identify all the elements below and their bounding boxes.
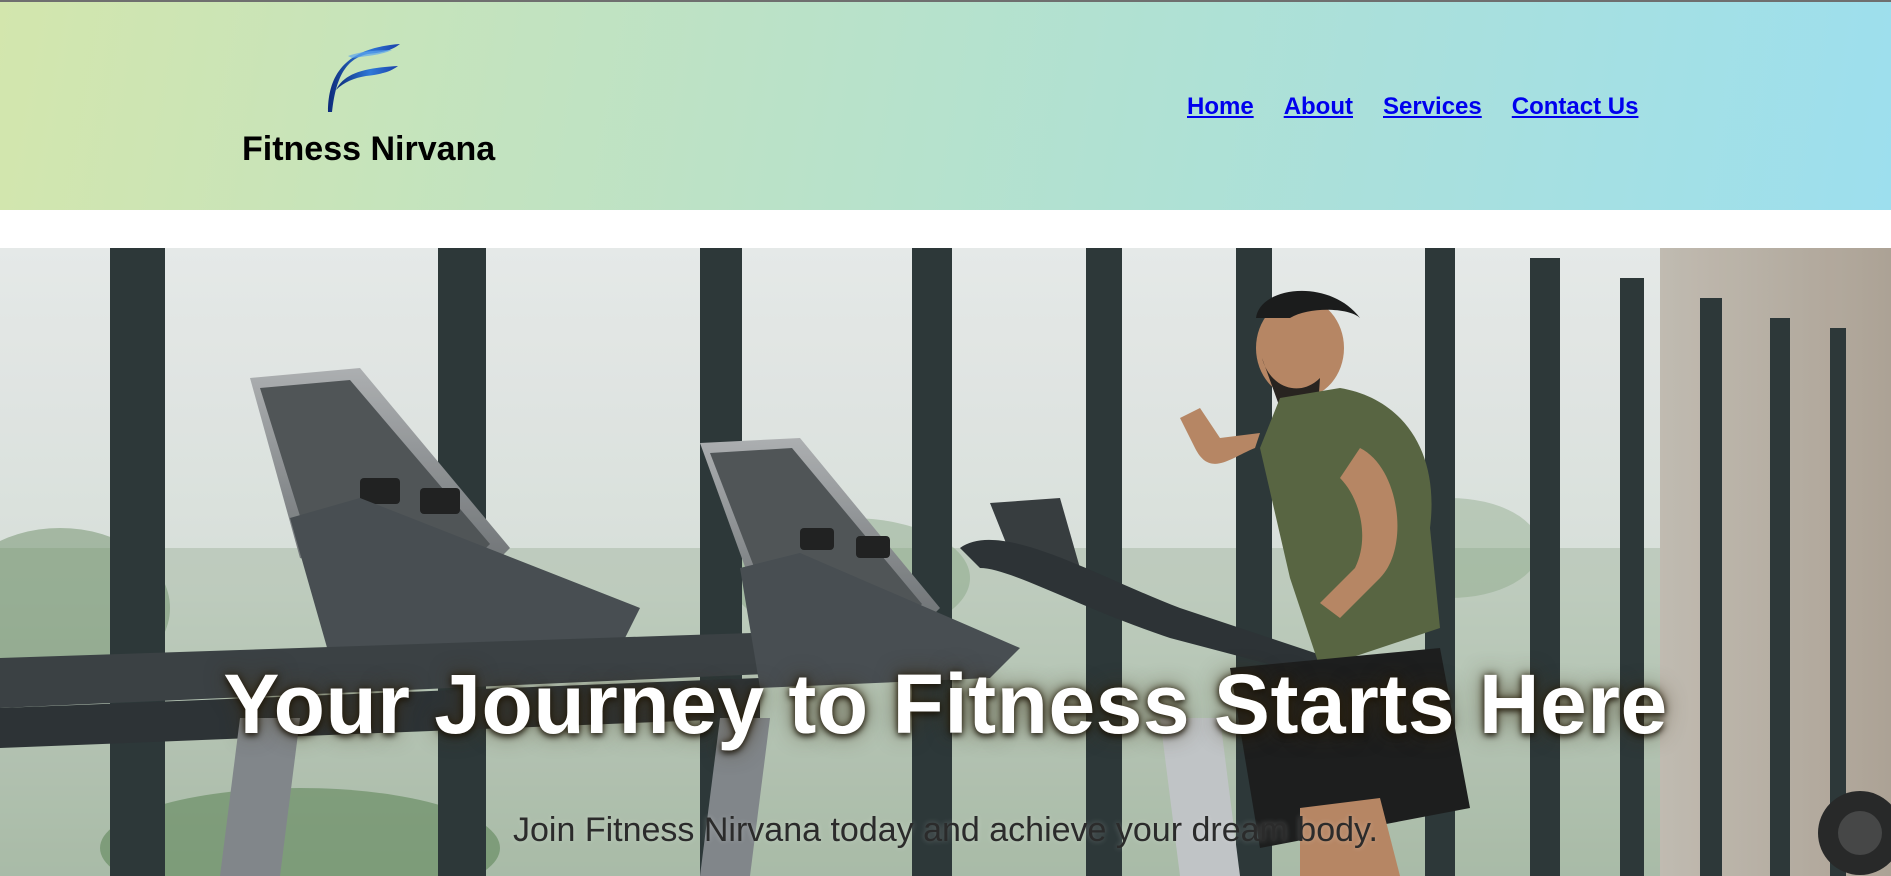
main-nav: Home About Services Contact Us — [1187, 92, 1638, 122]
nav-link-about[interactable]: About — [1284, 93, 1353, 121]
site-header: Fitness Nirvana Home About Services Cont… — [0, 2, 1891, 210]
header-spacer — [0, 210, 1891, 248]
brand-name: Fitness Nirvana — [242, 130, 496, 168]
nav-link-contact-us[interactable]: Contact Us — [1512, 93, 1639, 121]
brand[interactable]: Fitness Nirvana — [242, 38, 510, 178]
swoosh-logo-icon — [328, 44, 400, 112]
hero-section: Your Journey to Fitness Starts Here Join… — [0, 248, 1891, 876]
hero-title: Your Journey to Fitness Starts Here — [223, 657, 1668, 751]
nav-link-home[interactable]: Home — [1187, 93, 1254, 121]
gym-treadmill-runner-photo — [0, 248, 1891, 876]
nav-link-services[interactable]: Services — [1383, 93, 1482, 121]
hero-subtitle: Join Fitness Nirvana today and achieve y… — [513, 811, 1378, 849]
